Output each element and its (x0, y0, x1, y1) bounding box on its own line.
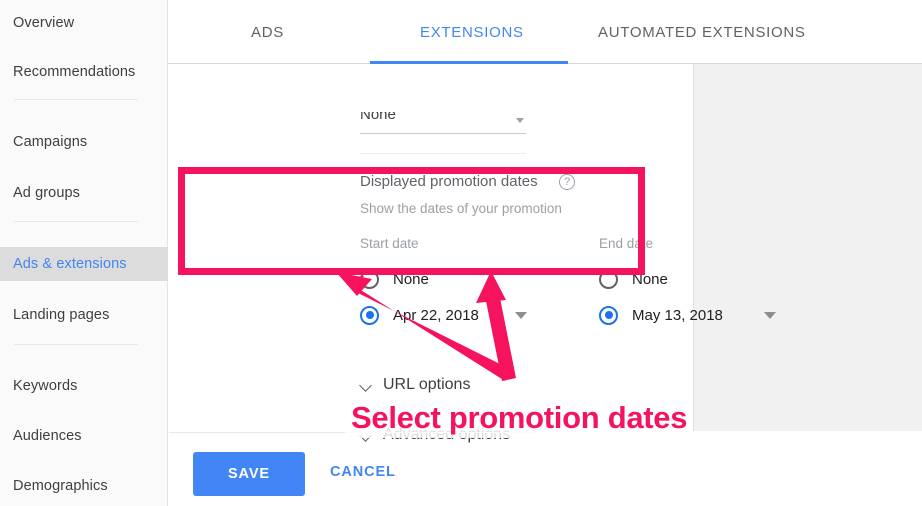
sidebar-item-label: Audiences (13, 428, 82, 444)
start-date-value: Apr 22, 2018 (393, 306, 479, 324)
save-button[interactable]: SAVE (193, 452, 305, 496)
sidebar-divider-3 (14, 344, 138, 345)
sidebar-item-ad-groups[interactable]: Ad groups (0, 176, 168, 210)
start-date-none-option[interactable]: None (360, 266, 429, 292)
sidebar-item-campaigns[interactable]: Campaigns (0, 125, 168, 159)
help-circle-icon[interactable]: ? (559, 174, 575, 190)
tab-bar: ADS EXTENSIONS AUTOMATED EXTENSIONS (168, 0, 922, 64)
chevron-down-icon[interactable] (764, 312, 776, 319)
tab-extensions[interactable]: EXTENSIONS (420, 24, 524, 48)
radio-icon[interactable] (599, 269, 618, 289)
sidebar-item-audiences[interactable]: Audiences (0, 419, 168, 453)
sidebar-divider-1 (14, 99, 138, 100)
tab-label: ADS (251, 24, 284, 41)
select-underline (360, 133, 526, 134)
sidebar-item-label: Demographics (13, 478, 108, 494)
start-date-none-label: None (393, 270, 429, 288)
preview-panel (693, 64, 922, 431)
radio-icon-selected[interactable] (599, 305, 618, 325)
sidebar-item-label: Keywords (13, 378, 78, 394)
end-date-value-option[interactable]: May 13, 2018 (599, 302, 723, 328)
sidebar-item-label: Overview (13, 15, 75, 31)
tab-automated-extensions[interactable]: AUTOMATED EXTENSIONS (598, 24, 806, 48)
end-date-none-option[interactable]: None (599, 266, 668, 292)
start-date-value-option[interactable]: Apr 22, 2018 (360, 302, 479, 328)
sidebar-item-label: Recommendations (13, 64, 136, 80)
form-divider (360, 153, 526, 154)
sidebar-divider-2 (14, 221, 138, 222)
promotion-occasion-value: None (360, 112, 396, 123)
tab-label: EXTENSIONS (420, 24, 524, 41)
sidebar-item-demographics[interactable]: Demographics (0, 469, 168, 503)
tab-label: AUTOMATED EXTENSIONS (598, 24, 806, 41)
screen-root: Overview Recommendations Campaigns Ad gr… (0, 0, 922, 506)
sidebar-item-ads-and-extensions[interactable]: Ads & extensions (0, 247, 168, 281)
extension-form-panel: None Displayed promotion dates ? Show th… (169, 64, 776, 506)
radio-icon-selected[interactable] (360, 305, 379, 325)
sidebar-item-landing-pages[interactable]: Landing pages (0, 298, 168, 332)
annotation-caption: Select promotion dates (345, 398, 694, 438)
end-date-label: End date (599, 236, 654, 251)
active-tab-indicator (370, 61, 568, 64)
chevron-down-icon[interactable] (515, 312, 527, 319)
end-date-none-label: None (632, 270, 668, 288)
tab-ads[interactable]: ADS (251, 24, 284, 48)
chevron-down-icon (360, 379, 373, 392)
url-options-expander[interactable]: URL options (360, 373, 470, 397)
cancel-button[interactable]: CANCEL (330, 464, 396, 480)
sidebar-item-keywords[interactable]: Keywords (0, 369, 168, 403)
sidebar-item-label: Ads & extensions (13, 256, 127, 272)
section-title: Displayed promotion dates (360, 173, 538, 190)
start-date-label: Start date (360, 236, 419, 251)
chevron-down-icon (516, 118, 524, 123)
sidebar-item-label: Ad groups (13, 185, 80, 201)
radio-icon[interactable] (360, 269, 379, 289)
end-date-value: May 13, 2018 (632, 306, 723, 324)
left-sidebar: Overview Recommendations Campaigns Ad gr… (0, 0, 168, 506)
promotion-occasion-select[interactable]: None (360, 112, 526, 134)
sidebar-item-label: Landing pages (13, 307, 110, 323)
section-subtitle: Show the dates of your promotion (360, 201, 562, 216)
sidebar-item-recommendations[interactable]: Recommendations (0, 55, 168, 89)
preview-panel-footer (693, 431, 922, 506)
sidebar-item-overview[interactable]: Overview (0, 6, 168, 40)
sidebar-item-label: Campaigns (13, 134, 88, 150)
url-options-label: URL options (383, 376, 471, 393)
